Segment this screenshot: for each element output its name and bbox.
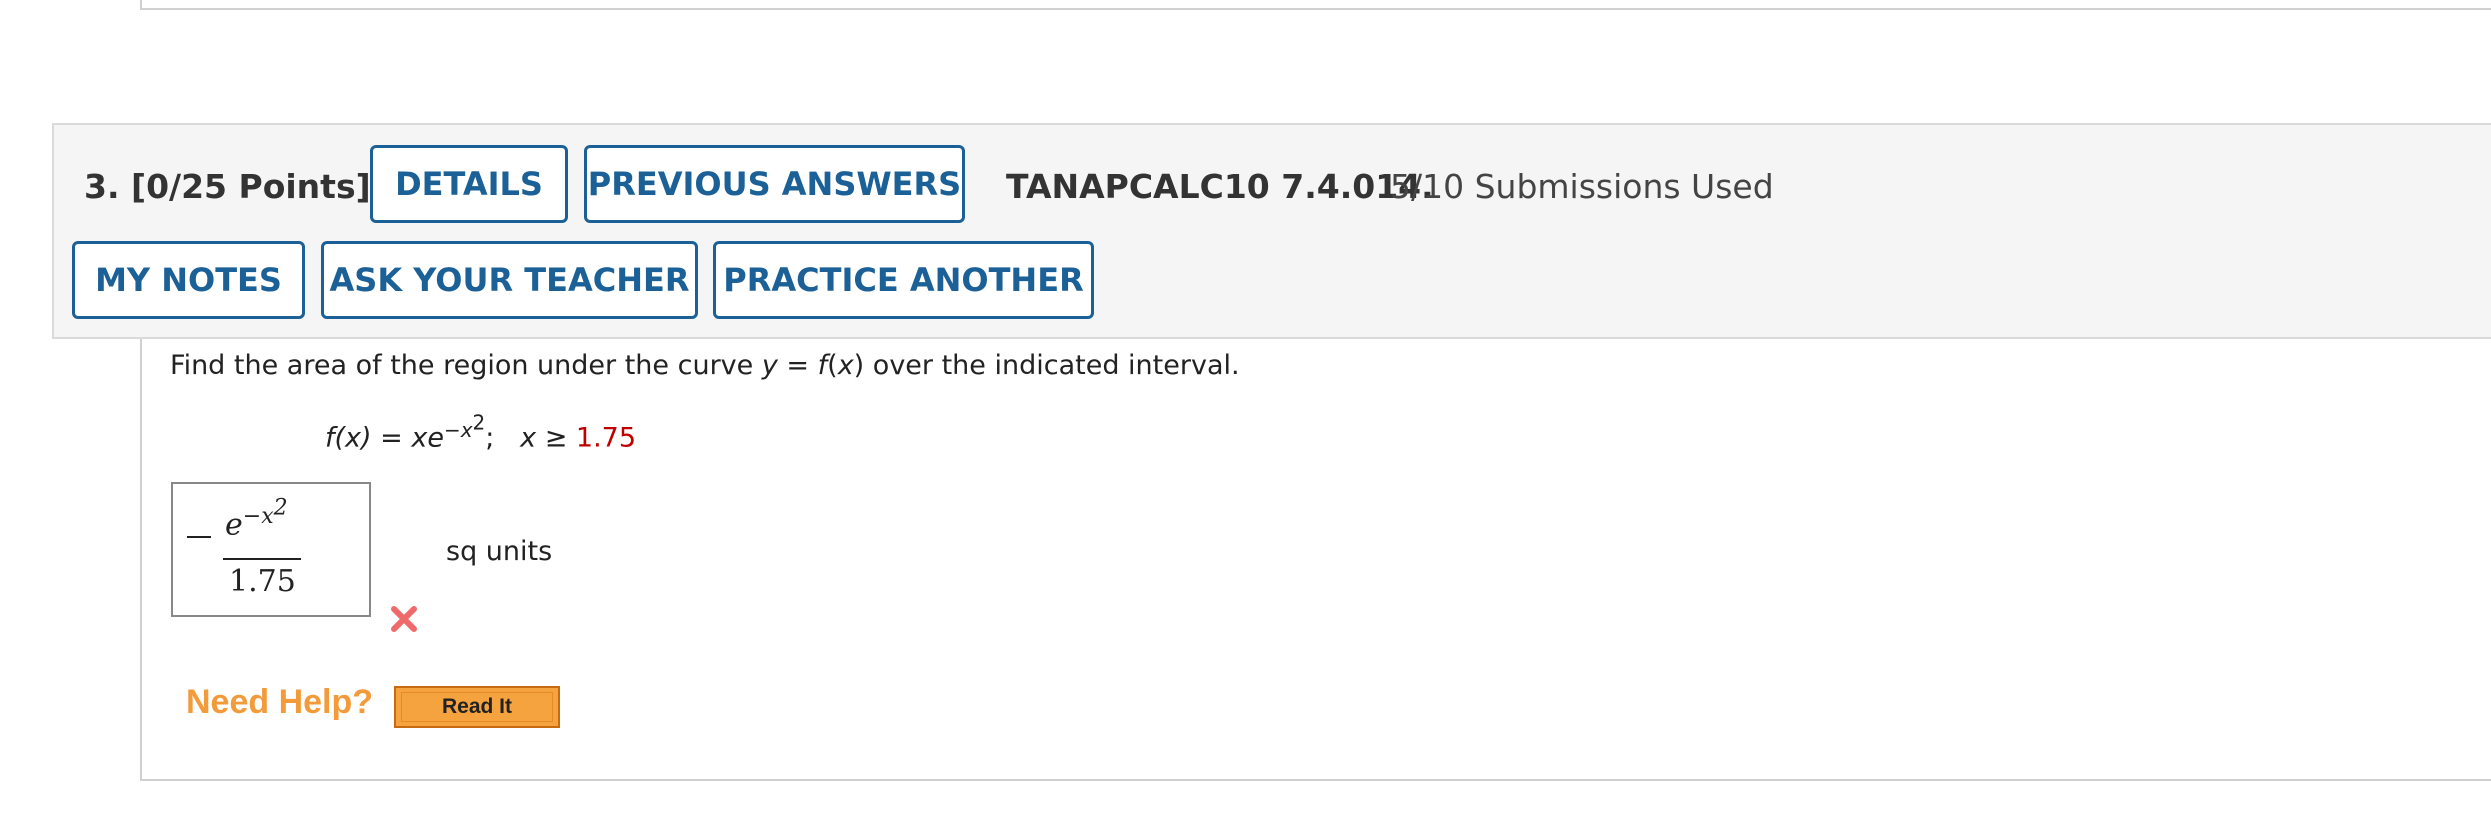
my-notes-button[interactable]: MY NOTES	[72, 241, 305, 319]
answer-numerator-exponent: −x2	[242, 496, 288, 530]
function-separator: ;	[485, 422, 495, 454]
condition-value: 1.75	[575, 422, 637, 454]
question-text: Find the area of the region under the cu…	[170, 350, 1240, 381]
function-exponent-text: −x	[443, 417, 473, 442]
question-f: f	[817, 350, 828, 381]
function-base: xe	[411, 422, 444, 454]
previous-answers-button[interactable]: PREVIOUS ANSWERS	[584, 145, 965, 223]
function-lhs: f(x)	[325, 422, 372, 454]
read-it-label: Read It	[401, 692, 553, 722]
question-y-variable: y	[761, 350, 778, 381]
ask-your-teacher-button[interactable]: ASK YOUR TEACHER	[321, 241, 698, 319]
answer-input[interactable]: e−x2 1.75	[171, 482, 371, 617]
function-exponent-power: 2	[472, 410, 486, 434]
function-equals: =	[371, 422, 412, 454]
question-points: [0/25 Points]	[131, 167, 371, 206]
answer-numerator-exponent-power: 2	[273, 496, 288, 521]
question-equals: =	[777, 350, 818, 381]
read-it-button[interactable]: Read It	[394, 686, 560, 728]
assignment-id: TANAPCALC10 7.4.014.	[1006, 167, 1434, 206]
question-header: 3. [0/25 Points] DETAILS PREVIOUS ANSWER…	[52, 123, 2491, 339]
answer-units: sq units	[446, 536, 553, 567]
incorrect-x-icon	[391, 606, 417, 632]
previous-question-panel	[140, 0, 2491, 10]
question-prefix: Find the area of the region under the cu…	[170, 350, 762, 381]
answer-numerator-base: e	[225, 507, 243, 543]
question-label: 3. [0/25 Points]	[84, 167, 371, 206]
answer-fraction-bar	[223, 558, 301, 560]
need-help-label: Need Help?	[186, 683, 374, 721]
answer-denominator: 1.75	[229, 564, 296, 599]
question-x-variable: x	[837, 350, 854, 381]
question-number: 3.	[84, 167, 120, 206]
submissions-used: 5/10 Submissions Used	[1390, 167, 1774, 206]
question-close-paren: )	[853, 350, 865, 381]
question-open-paren: (	[827, 350, 838, 381]
condition-variable: x	[520, 422, 537, 454]
answer-minus-sign	[187, 536, 211, 538]
condition-operator: ≥	[536, 422, 576, 454]
answer-numerator: e−x2	[225, 496, 288, 542]
details-button[interactable]: DETAILS	[370, 145, 568, 223]
question-suffix: over the indicated interval.	[864, 350, 1240, 381]
answer-numerator-exponent-text: −x	[242, 504, 274, 530]
practice-another-button[interactable]: PRACTICE ANOTHER	[713, 241, 1094, 319]
function-definition: f(x) = xe−x2; x ≥ 1.75	[325, 410, 636, 454]
function-exponent: −x2	[443, 410, 485, 442]
